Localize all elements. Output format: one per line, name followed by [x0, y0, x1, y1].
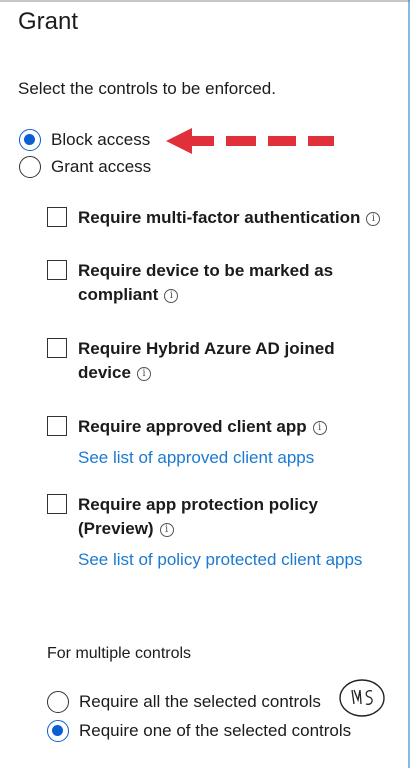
approved-app-checkbox[interactable]	[47, 416, 67, 436]
block-access-radio[interactable]	[19, 129, 41, 151]
control-label: Require multi-factor authentication	[78, 208, 361, 227]
control-label: Require approved client app	[78, 417, 307, 436]
hybrid-azure-checkbox[interactable]	[47, 338, 67, 358]
app-protection-checkbox[interactable]	[47, 494, 67, 514]
grant-access-label: Grant access	[51, 157, 152, 176]
control-item-app-protection: Require app protection policy (Preview) i	[78, 493, 338, 541]
info-icon[interactable]: i	[164, 288, 179, 303]
watermark-logo	[339, 679, 385, 717]
control-label: Require Hybrid Azure AD joined device	[78, 339, 335, 382]
control-label: Require app protection policy (Preview)	[78, 495, 318, 538]
panel-title: Grant	[18, 8, 79, 35]
info-icon[interactable]: i	[366, 211, 381, 226]
top-divider	[0, 0, 410, 2]
control-item-approved-app: Require approved client app i	[78, 415, 378, 439]
control-item-mfa: Require multi-factor authentication i	[78, 206, 398, 230]
control-item-hybrid: Require Hybrid Azure AD joined device i	[78, 337, 348, 385]
multiple-controls-label: For multiple controls	[47, 645, 192, 662]
require-all-radio[interactable]	[47, 691, 69, 713]
compliant-device-checkbox[interactable]	[47, 260, 67, 280]
grant-access-radio[interactable]	[19, 156, 41, 178]
mfa-checkbox[interactable]	[47, 207, 67, 227]
control-item-compliant: Require device to be marked as compliant…	[78, 259, 348, 307]
annotation-arrow	[166, 128, 334, 154]
info-icon[interactable]: i	[312, 420, 327, 435]
control-label: Require device to be marked as compliant	[78, 261, 334, 304]
policy-protected-apps-link[interactable]: See list of policy protected client apps	[78, 550, 362, 570]
approved-apps-link[interactable]: See list of approved client apps	[78, 448, 314, 468]
require-one-label: Require one of the selected controls	[79, 721, 352, 740]
intro-text: Select the controls to be enforced.	[18, 79, 276, 98]
require-one-radio[interactable]	[47, 720, 69, 742]
info-icon[interactable]: i	[136, 366, 151, 381]
block-access-label: Block access	[51, 130, 151, 149]
info-icon[interactable]: i	[159, 522, 174, 537]
require-all-label: Require all the selected controls	[79, 692, 321, 711]
